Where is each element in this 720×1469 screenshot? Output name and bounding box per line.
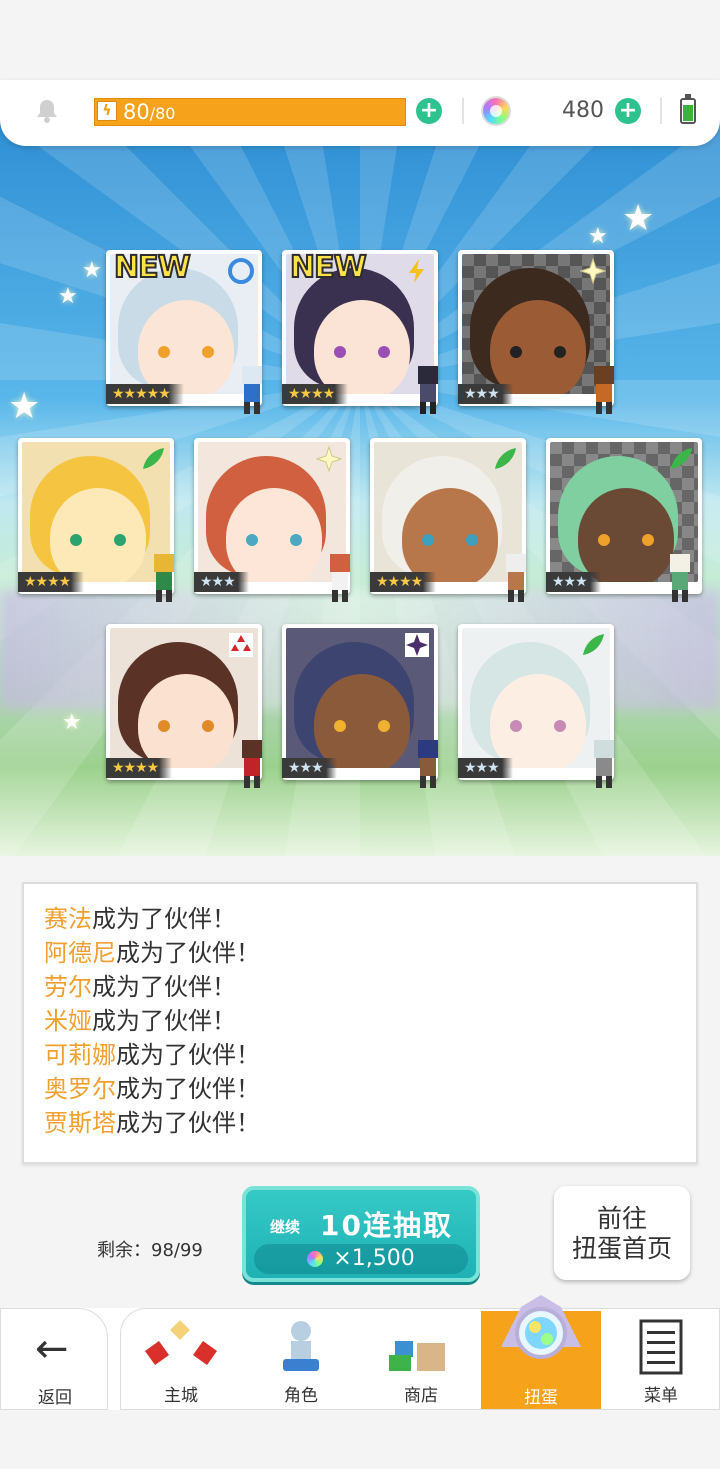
pixel-sprite xyxy=(154,554,174,602)
result-log-panel: 赛法成为了伙伴！ 阿德尼成为了伙伴！ 劳尔成为了伙伴！ 米娅成为了伙伴！ 可莉娜… xyxy=(22,882,698,1164)
rarity-stars: ★★★★ xyxy=(106,758,173,778)
continue-10-pull-button[interactable]: 继续 10连抽取 ×1,500 xyxy=(242,1186,480,1282)
stamina-bolt-icon: ϟ xyxy=(97,101,117,121)
rarity-stars: ★★★★ xyxy=(18,572,85,592)
pixel-sprite xyxy=(670,554,690,602)
back-arrow-icon: ← xyxy=(35,1326,69,1372)
character-card[interactable]: ★★★ xyxy=(458,250,614,414)
character-card[interactable]: ★★★ xyxy=(282,624,438,788)
pull-cost: ×1,500 xyxy=(254,1244,468,1274)
sparkle-star-icon: ★ xyxy=(82,258,102,283)
rarity-stars: ★★★★ xyxy=(370,572,437,592)
sparkle-star-icon: ★ xyxy=(622,198,655,239)
character-card[interactable]: NEW ★★★★ xyxy=(282,249,438,414)
stamina-bar: ϟ 80/80 xyxy=(94,98,406,126)
pixel-sprite xyxy=(242,366,262,414)
pixel-sprite xyxy=(330,554,350,602)
gem-icon xyxy=(307,1251,324,1267)
pull-title: 10连抽取 xyxy=(320,1209,453,1242)
log-line: 可莉娜成为了伙伴！ xyxy=(44,1041,260,1069)
back-button[interactable]: ← 返回 xyxy=(0,1308,108,1410)
new-badge: NEW xyxy=(113,249,192,286)
light-element-icon xyxy=(316,446,342,472)
log-line: 劳尔成为了伙伴！ xyxy=(44,973,236,1001)
tab-gacha[interactable]: 扭蛋 xyxy=(481,1295,601,1409)
log-line: 贾斯塔成为了伙伴！ xyxy=(44,1109,260,1137)
rarity-stars: ★★★ xyxy=(282,758,337,778)
character-card[interactable]: ★★★★ xyxy=(18,438,174,602)
character-card[interactable]: ★★★ xyxy=(194,438,350,602)
town-icon xyxy=(145,1320,217,1365)
sparkle-star-icon: ★ xyxy=(8,386,41,427)
leaf-element-icon xyxy=(671,448,692,469)
log-line: 奥罗尔成为了伙伴！ xyxy=(44,1075,260,1103)
pixel-sprite xyxy=(594,366,614,414)
divider xyxy=(660,98,662,124)
pixel-sprite xyxy=(418,740,438,788)
shop-icon xyxy=(389,1341,445,1371)
pixel-sprite xyxy=(506,554,526,602)
pixel-sprite xyxy=(242,740,262,788)
rarity-stars: ★★★ xyxy=(458,384,513,404)
character-card[interactable]: ★★★ xyxy=(458,624,614,788)
gem-count: 480 xyxy=(562,98,604,123)
water-element-icon xyxy=(228,258,254,284)
sparkle-star-icon: ★ xyxy=(62,710,82,735)
sparkle-star-icon: ★ xyxy=(58,284,78,309)
top-status-bar: ϟ 80/80 + 480 + xyxy=(0,80,720,146)
gacha-orb-icon xyxy=(501,1295,581,1359)
bottom-safe-area xyxy=(0,1410,720,1469)
remaining-count: 剩余：98/99 xyxy=(97,1240,203,1261)
divider xyxy=(462,98,464,124)
rarity-stars: ★★★★ xyxy=(282,384,349,404)
bottom-tab-bar: 主城 角色 商店 扭蛋 菜单 xyxy=(120,1295,720,1410)
character-card[interactable]: NEW ★★★★★ xyxy=(106,249,262,414)
back-label: 返回 xyxy=(38,1388,72,1408)
stamina-value: 80/80 xyxy=(123,100,176,124)
log-line: 阿德尼成为了伙伴！ xyxy=(44,939,260,967)
rarity-stars: ★★★ xyxy=(194,572,249,592)
continue-label: 继续 xyxy=(270,1218,301,1236)
tab-characters[interactable]: 角色 xyxy=(241,1309,361,1409)
bell-icon[interactable] xyxy=(34,98,60,124)
pixel-sprite xyxy=(594,740,614,788)
battery-icon xyxy=(680,94,696,124)
tab-menu[interactable]: 菜单 xyxy=(601,1309,720,1409)
character-card[interactable]: ★★★★ xyxy=(106,624,262,788)
tab-town[interactable]: 主城 xyxy=(121,1309,241,1409)
character-card[interactable]: ★★★ xyxy=(546,438,702,602)
gacha-result-scene: ★ ★ ★ ★ ★ ★ NEW ★★★★★ NEW ★★★★ ★★★ ★★★★ … xyxy=(0,120,720,856)
leaf-element-icon xyxy=(583,634,604,655)
log-line: 赛法成为了伙伴！ xyxy=(44,905,236,933)
sparkle-star-icon: ★ xyxy=(588,224,608,249)
gem-icon xyxy=(481,96,511,126)
add-gems-button[interactable]: + xyxy=(615,98,641,124)
diamond-element-icon xyxy=(229,633,253,657)
bolt-element-icon xyxy=(409,259,424,283)
add-stamina-button[interactable]: + xyxy=(416,98,442,124)
rarity-stars: ★★★★★ xyxy=(106,384,184,404)
dark-element-icon xyxy=(405,633,429,657)
leaf-element-icon xyxy=(143,448,164,469)
rarity-stars: ★★★ xyxy=(458,758,513,778)
pixel-sprite xyxy=(418,366,438,414)
goto-gacha-home-button[interactable]: 前往 扭蛋首页 xyxy=(554,1186,690,1280)
character-icon xyxy=(283,1321,319,1371)
menu-list-icon xyxy=(639,1319,683,1375)
new-badge: NEW xyxy=(289,249,368,286)
light-element-icon xyxy=(580,258,606,284)
tab-shop[interactable]: 商店 xyxy=(361,1309,481,1409)
character-card[interactable]: ★★★★ xyxy=(370,438,526,602)
leaf-element-icon xyxy=(495,448,516,469)
log-line: 米娅成为了伙伴！ xyxy=(44,1007,236,1035)
rarity-stars: ★★★ xyxy=(546,572,601,592)
